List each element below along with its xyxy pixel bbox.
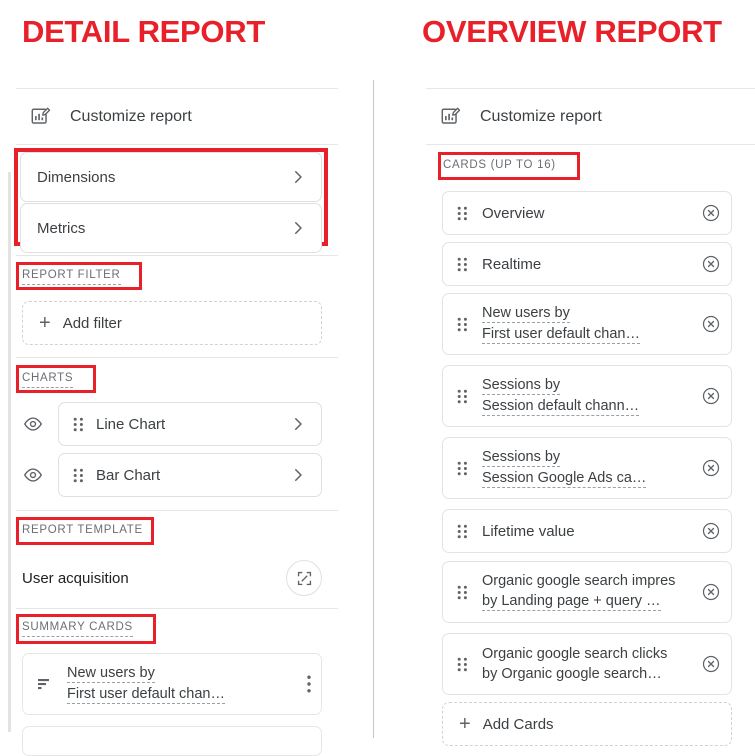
overview-card-0-label: Overview xyxy=(482,204,545,222)
divider-under-header-right xyxy=(426,144,755,145)
screenshot-root: DETAIL REPORT OVERVIEW REPORT Customize … xyxy=(0,0,755,756)
panel-left-edge xyxy=(8,172,11,732)
panel-divider xyxy=(373,80,374,738)
overview-report-panel: Customize report CARDS (UP TO 16) Overvi… xyxy=(418,80,755,746)
remove-circle-icon[interactable] xyxy=(701,582,721,602)
plus-icon: + xyxy=(459,713,471,735)
chevron-right-icon xyxy=(289,219,307,237)
cards-section-label: CARDS (UP TO 16) xyxy=(443,159,556,171)
overview-card-7-line1: Organic google search clicks xyxy=(482,645,668,662)
detail-report-panel: Customize report Dimensions Metrics REPO… xyxy=(8,80,338,756)
chart-row-bar[interactable]: Bar Chart xyxy=(22,453,322,497)
add-filter-label: Add filter xyxy=(62,314,122,332)
chart-row-line[interactable]: Line Chart xyxy=(22,402,322,446)
remove-circle-icon[interactable] xyxy=(701,521,721,541)
summary-card-item-partial[interactable] xyxy=(22,726,322,756)
report-template-section-label: REPORT TEMPLATE xyxy=(22,524,143,536)
overview-card-7[interactable]: Organic google search clicks by Organic … xyxy=(442,633,732,695)
overview-card-6[interactable]: Organic google search impres by Landing … xyxy=(442,561,732,623)
add-filter-button[interactable]: + Add filter xyxy=(22,301,322,345)
dimensions-label: Dimensions xyxy=(37,168,116,186)
remove-circle-icon[interactable] xyxy=(701,654,721,674)
summary-cards-section-label: SUMMARY CARDS xyxy=(22,620,133,637)
drag-handle-icon[interactable] xyxy=(457,585,468,600)
detail-report-annotation-title: DETAIL REPORT xyxy=(22,14,265,49)
summary-card-line1: New users by xyxy=(67,664,155,683)
detail-customize-report-label: Customize report xyxy=(70,107,192,125)
drag-handle-icon[interactable] xyxy=(457,524,468,539)
summary-card-line2: First user default chan… xyxy=(67,685,225,704)
change-template-icon[interactable] xyxy=(286,560,322,596)
divider-after-metrics xyxy=(16,255,338,256)
overview-card-5[interactable]: Lifetime value xyxy=(442,509,732,553)
overview-report-annotation-title: OVERVIEW REPORT xyxy=(422,14,722,49)
divider-under-header xyxy=(16,144,338,145)
overview-card-4[interactable]: Sessions by Session Google Ads ca… xyxy=(442,437,732,499)
overview-customize-report-header[interactable]: Customize report xyxy=(426,89,755,144)
customize-report-icon xyxy=(30,106,52,128)
overview-card-6-line2: by Landing page + query … xyxy=(482,593,661,611)
overview-card-5-label: Lifetime value xyxy=(482,522,575,540)
remove-circle-icon[interactable] xyxy=(701,458,721,478)
drag-handle-icon[interactable] xyxy=(457,317,468,332)
overview-card-4-line2: Session Google Ads ca… xyxy=(482,469,647,488)
chevron-right-icon xyxy=(289,415,307,433)
detail-customize-report-header[interactable]: Customize report xyxy=(16,89,338,144)
drag-handle-icon[interactable] xyxy=(457,206,468,221)
drag-handle-icon[interactable] xyxy=(457,257,468,272)
report-template-name: User acquisition xyxy=(22,569,129,587)
overview-card-3-line2: Session default chann… xyxy=(482,397,640,416)
remove-circle-icon[interactable] xyxy=(701,314,721,334)
overview-card-1-label: Realtime xyxy=(482,255,542,273)
drag-handle-icon[interactable] xyxy=(73,417,84,432)
metrics-label: Metrics xyxy=(37,219,86,237)
overview-card-0[interactable]: Overview xyxy=(442,191,732,235)
overview-customize-report-label: Customize report xyxy=(480,107,602,125)
overview-card-2-line1: New users by xyxy=(482,304,570,323)
eye-icon[interactable] xyxy=(22,413,44,435)
more-options-icon[interactable] xyxy=(307,675,311,693)
divider-after-filter xyxy=(16,357,338,358)
overview-card-3-line1: Sessions by xyxy=(482,376,561,395)
divider-after-template xyxy=(16,608,338,609)
overview-card-1[interactable]: Realtime xyxy=(442,242,732,286)
overview-card-2[interactable]: New users by First user default chan… xyxy=(442,293,732,355)
overview-card-7-line2: by Organic google search… xyxy=(482,665,662,682)
overview-card-4-line1: Sessions by xyxy=(482,448,561,467)
plus-icon: + xyxy=(39,312,51,334)
add-cards-label: Add Cards xyxy=(482,715,554,733)
chevron-right-icon xyxy=(289,466,307,484)
drag-handle-icon[interactable] xyxy=(73,468,84,483)
drag-handle-icon[interactable] xyxy=(457,657,468,672)
summary-card-item[interactable]: New users by First user default chan… xyxy=(22,653,322,715)
chevron-right-icon xyxy=(289,168,307,186)
metrics-row[interactable]: Metrics xyxy=(20,203,322,253)
drag-handle-icon[interactable] xyxy=(457,461,468,476)
remove-circle-icon[interactable] xyxy=(701,386,721,406)
customize-report-icon xyxy=(440,106,462,128)
report-template-row[interactable]: User acquisition xyxy=(22,550,322,606)
overview-card-2-line2: First user default chan… xyxy=(482,325,640,344)
dimensions-row[interactable]: Dimensions xyxy=(20,152,322,202)
overview-card-3[interactable]: Sessions by Session default chann… xyxy=(442,365,732,427)
remove-circle-icon[interactable] xyxy=(701,254,721,274)
divider-after-charts xyxy=(16,510,338,511)
report-filter-section-label: REPORT FILTER xyxy=(22,268,121,285)
line-chart-label: Line Chart xyxy=(96,415,166,433)
bar-chart-label: Bar Chart xyxy=(96,466,161,484)
charts-section-label: CHARTS xyxy=(22,371,74,388)
add-cards-button[interactable]: + Add Cards xyxy=(442,702,732,746)
remove-circle-icon[interactable] xyxy=(701,203,721,223)
overview-card-6-line1: Organic google search impres xyxy=(482,573,676,589)
bar-chart-icon xyxy=(37,676,53,692)
drag-handle-icon[interactable] xyxy=(457,389,468,404)
eye-icon[interactable] xyxy=(22,464,44,486)
